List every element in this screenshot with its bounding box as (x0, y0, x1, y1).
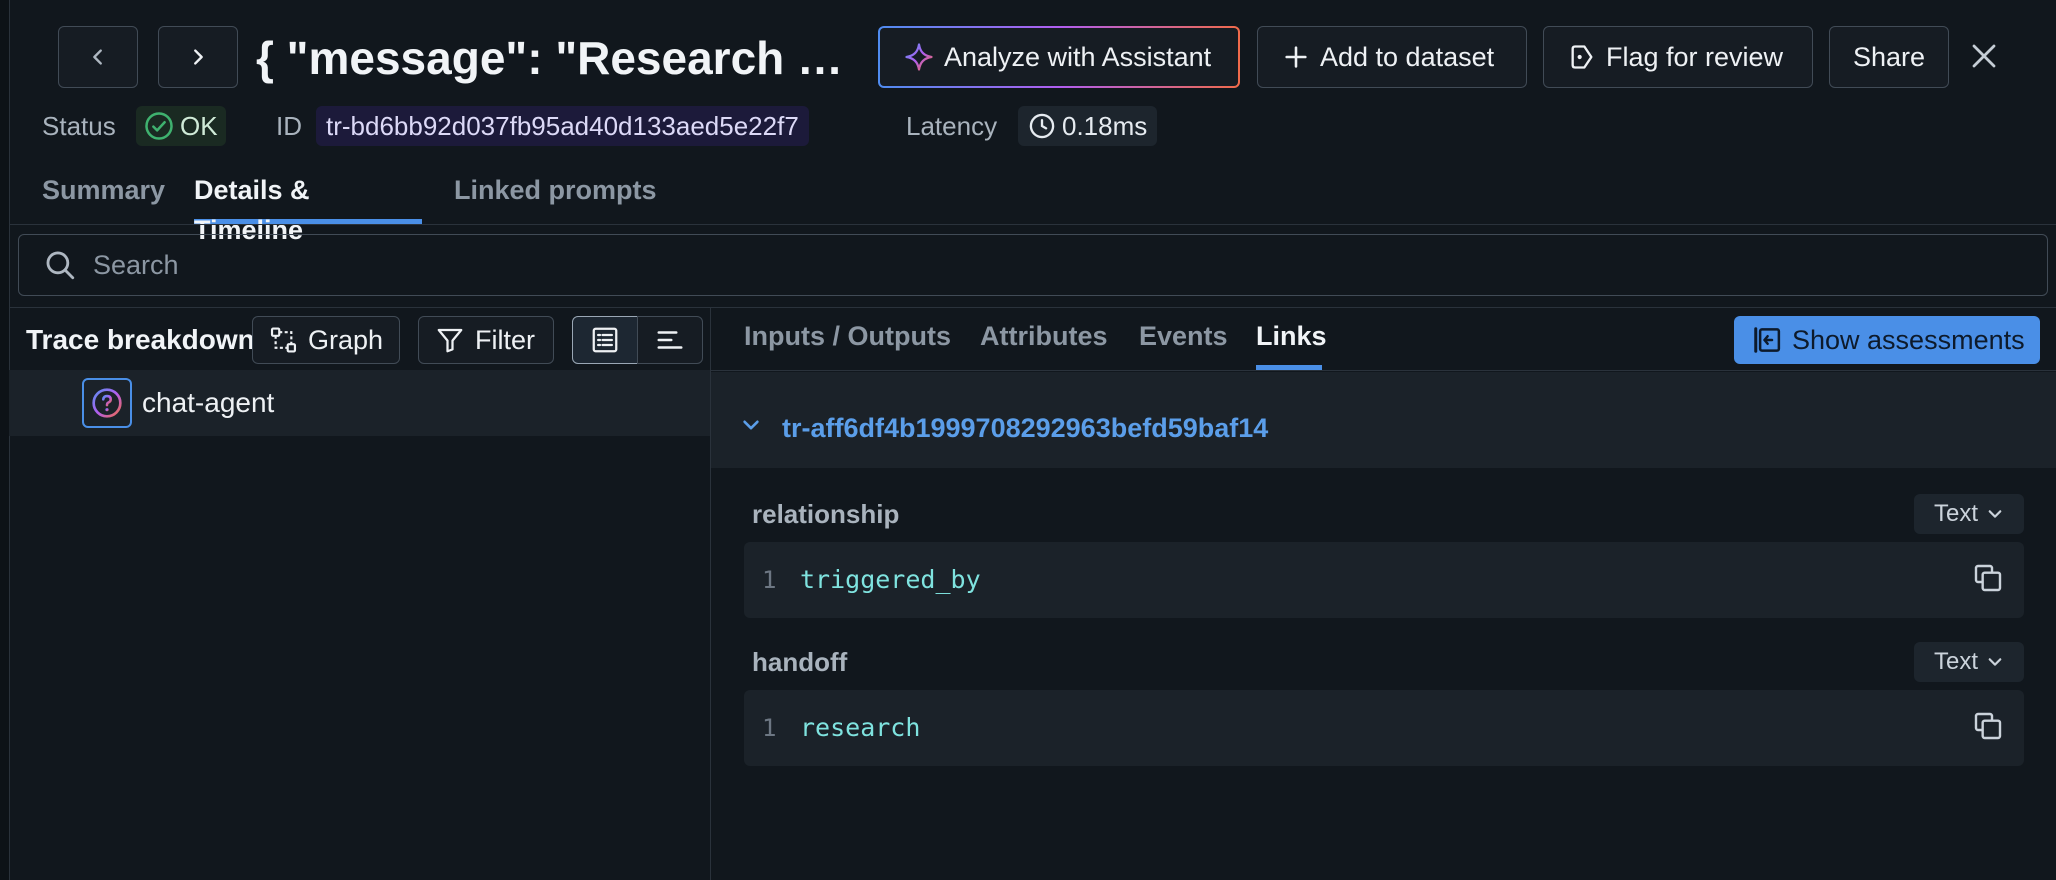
share-label: Share (1852, 41, 1926, 72)
chevron-down-icon (1988, 510, 2002, 518)
search-input[interactable] (91, 248, 1995, 282)
flag-for-review-label: Flag for review (1606, 41, 1784, 72)
code-block-handoff: 1 research (744, 690, 2024, 766)
format-select-handoff[interactable]: Text (1914, 642, 2024, 682)
status-label: Status (42, 111, 116, 141)
latency-chip: 0.18ms (1018, 106, 1158, 146)
show-assessments-button[interactable]: Show assessments (1734, 316, 2040, 364)
search-icon (46, 251, 75, 280)
filter-button[interactable]: Filter (418, 316, 554, 364)
graph-icon (270, 327, 297, 353)
latency-value: 0.18ms (1062, 110, 1148, 141)
tabs-divider (9, 224, 2056, 225)
chevron-down-icon (1988, 658, 2002, 666)
sparkle-icon (905, 43, 933, 71)
filter-icon (437, 328, 463, 353)
page-title: { "message": "Research this... (256, 32, 856, 84)
copy-icon[interactable] (1972, 562, 2004, 594)
code-value: triggered_by (800, 565, 981, 594)
code-value: research (800, 713, 921, 742)
status-badge: OK (136, 106, 226, 146)
id-label: ID (276, 111, 302, 141)
graph-button[interactable]: Graph (252, 316, 400, 364)
analyze-with-assistant-button[interactable]: Analyze with Assistant (878, 26, 1240, 88)
trace-id-chip[interactable]: tr-bd6bb92d037fb95ad40d133aed5e22f7 (316, 106, 809, 146)
field-name-handoff: handoff (752, 647, 848, 677)
linked-trace-id[interactable]: tr-aff6df4b1999708292963befd59baf14 (782, 408, 1268, 448)
tab-links[interactable]: Links (1256, 316, 1327, 370)
chevron-left-icon (93, 49, 102, 65)
share-button[interactable]: Share (1829, 26, 1949, 88)
list-view-icon (592, 327, 618, 353)
tab-linked-prompts[interactable]: Linked prompts (454, 170, 657, 224)
list-view-toggle[interactable] (572, 316, 638, 364)
chevron-down-icon[interactable] (740, 414, 762, 436)
clock-icon (1029, 113, 1055, 139)
search-box (18, 234, 2048, 296)
timeline-view-icon (657, 331, 683, 349)
detail-tabs-divider (711, 370, 2056, 371)
tab-summary[interactable]: Summary (42, 170, 165, 224)
graph-label: Graph (307, 324, 383, 355)
trace-breakdown-title: Trace breakdown (26, 324, 255, 355)
format-label: Text (1933, 648, 1978, 675)
status-value: OK (180, 110, 218, 141)
tab-attributes[interactable]: Attributes (980, 316, 1108, 370)
search-divider (9, 307, 2056, 308)
timeline-view-toggle[interactable] (637, 316, 703, 364)
flag-for-review-button[interactable]: Flag for review (1543, 26, 1813, 88)
question-circle-icon (92, 388, 122, 418)
line-number: 1 (762, 714, 777, 742)
next-button[interactable] (158, 26, 238, 88)
analyze-label: Analyze with Assistant (944, 41, 1212, 72)
trace-node-label: chat-agent (142, 387, 275, 418)
show-assessments-label: Show assessments (1792, 324, 2025, 355)
format-label: Text (1933, 500, 1978, 527)
copy-icon[interactable] (1972, 710, 2004, 742)
panel-expand-icon (1754, 327, 1781, 353)
format-select-relationship[interactable]: Text (1914, 494, 2024, 534)
line-number: 1 (762, 566, 777, 594)
chevron-right-icon (194, 49, 203, 65)
close-icon (1972, 44, 1996, 68)
code-block-relationship: 1 triggered_by (744, 542, 2024, 618)
left-edge-strip (0, 0, 10, 880)
tab-inputs-outputs[interactable]: Inputs / Outputs (744, 316, 951, 370)
check-circle-icon (145, 112, 173, 140)
close-button[interactable] (1964, 36, 2004, 76)
latency-label: Latency (906, 111, 998, 141)
unknown-span-icon (82, 378, 132, 428)
add-to-dataset-button[interactable]: Add to dataset (1257, 26, 1527, 88)
tab-events[interactable]: Events (1139, 316, 1228, 370)
plus-icon (1285, 46, 1307, 68)
tab-details-timeline[interactable]: Details & Timeline (194, 170, 422, 245)
add-to-dataset-label: Add to dataset (1320, 41, 1495, 72)
previous-button[interactable] (58, 26, 138, 88)
tag-icon (1571, 45, 1593, 69)
filter-label: Filter (475, 324, 535, 355)
field-name-relationship: relationship (752, 499, 900, 529)
